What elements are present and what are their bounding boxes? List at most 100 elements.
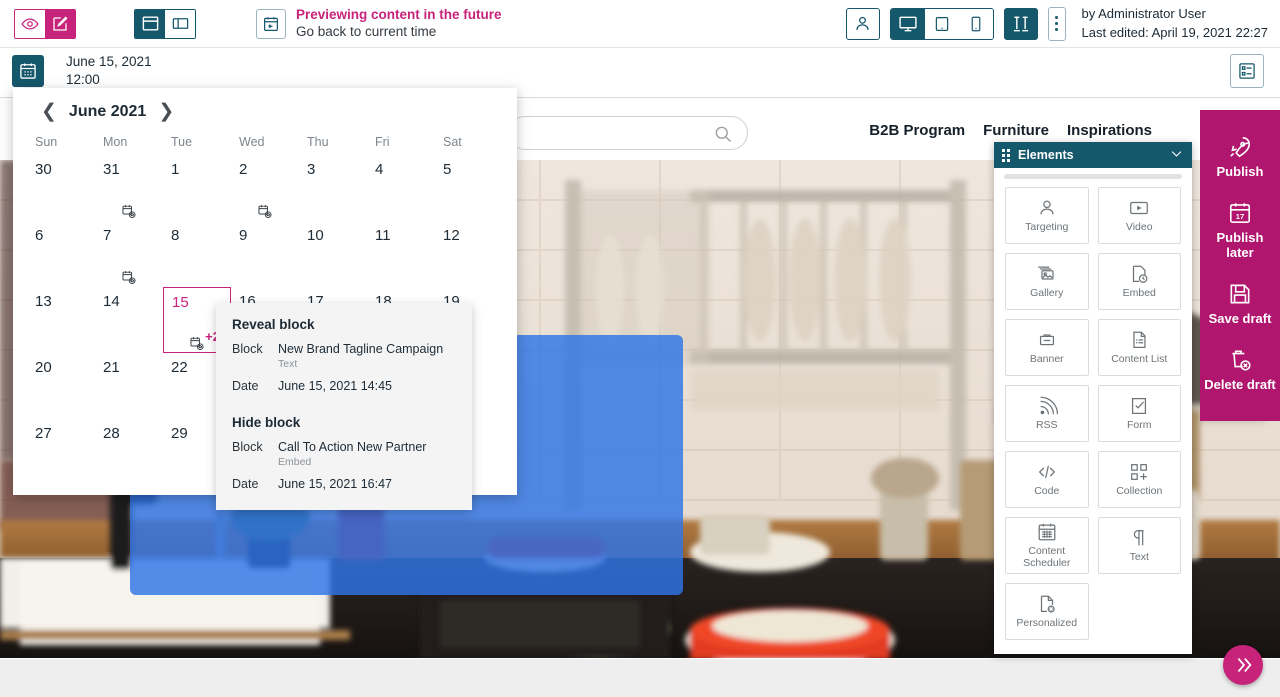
author-line: by Administrator User <box>1081 5 1206 21</box>
chevron-right-icon[interactable]: ❯ <box>158 102 174 121</box>
toolbar-left-group: Previewing content in the future Go back… <box>0 7 502 41</box>
device-tablet-button[interactable] <box>924 8 959 39</box>
toolbar-right-group: by Administrator User Last edited: April… <box>845 5 1280 43</box>
content-editor-app: Previewing content in the future Go back… <box>0 0 1280 697</box>
date-picker-day-number: 11 <box>375 227 391 244</box>
element-tile-label: Banner <box>1029 353 1064 366</box>
persona-button[interactable] <box>845 7 880 40</box>
element-tile-form[interactable]: Form <box>1097 385 1181 442</box>
elements-grid[interactable]: Targeting Video Gallery Embed Banner Content … <box>994 181 1192 654</box>
kebab-dot <box>1055 28 1059 31</box>
content-scheduler-icon <box>1038 524 1056 541</box>
site-nav-item-2[interactable]: Inspirations <box>1067 122 1152 139</box>
element-tile-gallery[interactable]: Gallery <box>1005 253 1089 310</box>
future-preview-subtitle[interactable]: Go back to current time <box>296 24 502 41</box>
pencil-square-icon <box>53 15 68 31</box>
date-picker-day-14[interactable]: 14 <box>95 271 163 353</box>
next-step-button[interactable] <box>1223 645 1263 685</box>
date-picker-day-5[interactable]: 5 <box>435 155 503 221</box>
date-picker-day-30[interactable]: 30 <box>27 155 95 221</box>
publish-rail-item-delete-draft[interactable]: Delete draft <box>1200 337 1280 403</box>
date-picker-day-6[interactable]: 6 <box>27 221 95 287</box>
element-tile-targeting[interactable]: Targeting <box>1005 187 1089 244</box>
elements-panel-scrollbar[interactable] <box>1004 174 1182 179</box>
device-mobile-button[interactable] <box>958 8 993 39</box>
tooltip-block-key: Block <box>232 440 263 454</box>
floppy-save-icon <box>1230 284 1250 304</box>
date-picker-day-number: 27 <box>35 425 52 442</box>
day-event-marker[interactable] <box>257 203 274 224</box>
edit-mode-button[interactable] <box>45 9 75 38</box>
calendar-hide-icon <box>122 271 136 285</box>
site-nav-item-1[interactable]: Furniture <box>983 122 1049 139</box>
timeline-list-view-button[interactable] <box>1230 54 1264 88</box>
tooltip-block-value: New Brand Tagline Campaign <box>278 342 444 356</box>
device-preview-toggle[interactable] <box>889 7 994 40</box>
chevron-left-icon[interactable]: ❮ <box>41 102 57 121</box>
publish-rail-item-publish-later[interactable]: 17 Publish later <box>1200 190 1280 271</box>
element-tile-code[interactable]: Code <box>1005 451 1089 508</box>
date-picker-day-20[interactable]: 20 <box>27 353 95 419</box>
elements-panel-header[interactable]: Elements <box>994 142 1192 168</box>
date-picker-day-9[interactable]: 9 <box>231 205 299 287</box>
date-picker-day-number: 12 <box>443 227 460 244</box>
element-tile-text[interactable]: Text <box>1097 517 1181 574</box>
publish-rail-item-save-draft[interactable]: Save draft <box>1200 271 1280 337</box>
calendar-hide-icon <box>190 337 204 351</box>
day-event-marker[interactable] <box>121 269 138 290</box>
go-back-to-current-time-button[interactable] <box>256 8 286 39</box>
element-tile-content-list[interactable]: Content List <box>1097 319 1181 376</box>
element-tile-personalized[interactable]: Personalized <box>1005 583 1089 640</box>
element-tile-banner[interactable]: Banner <box>1005 319 1089 376</box>
day-event-marker[interactable] <box>121 203 138 224</box>
kebab-dot <box>1055 16 1059 19</box>
future-preview-title: Previewing content in the future <box>296 6 502 22</box>
date-picker-day-27[interactable]: 27 <box>27 419 95 485</box>
date-picker-day-number: 29 <box>171 425 188 442</box>
date-picker-day-1[interactable]: 1 <box>163 155 231 221</box>
site-nav-item-0[interactable]: B2B Program <box>869 122 965 139</box>
element-tile-embed[interactable]: Embed <box>1097 253 1181 310</box>
element-tile-collection[interactable]: Collection <box>1097 451 1181 508</box>
ab-test-button[interactable] <box>1003 7 1038 40</box>
element-tile-label: Targeting <box>1025 221 1069 234</box>
date-picker-day-3[interactable]: 3 <box>299 155 367 221</box>
preview-mode-button[interactable] <box>15 9 45 38</box>
tooltip-hide-block-row: Block Call To Action New Partner Embed <box>232 440 456 468</box>
chevron-down-icon[interactable] <box>1169 146 1184 164</box>
timeline-calendar-button[interactable] <box>12 55 44 87</box>
future-preview-banner[interactable]: Previewing content in the future Go back… <box>256 7 502 41</box>
element-tile-video[interactable]: Video <box>1097 187 1181 244</box>
layout-split-icon <box>172 18 188 29</box>
ab-test-icon <box>1013 16 1028 31</box>
layout-split-button[interactable] <box>165 9 195 38</box>
element-tile-content-scheduler[interactable]: Content Scheduler <box>1005 517 1089 574</box>
drag-grip-icon[interactable] <box>1002 148 1010 162</box>
date-picker-day-21[interactable]: 21 <box>95 353 163 419</box>
date-picker-day-10[interactable]: 10 <box>299 221 367 287</box>
publish-action-rail[interactable]: Publish 17 Publish later Save draft Delete d… <box>1200 110 1280 421</box>
date-picker-day-8[interactable]: 8 <box>163 221 231 287</box>
personalized-doc-icon <box>1040 595 1055 613</box>
kebab-dot <box>1055 22 1059 25</box>
layout-toggle[interactable] <box>134 8 196 39</box>
device-desktop-button[interactable] <box>890 8 925 39</box>
preview-edit-toggle[interactable] <box>14 8 76 39</box>
date-picker-day-12[interactable]: 12 <box>435 221 503 287</box>
element-tile-rss[interactable]: RSS <box>1005 385 1089 442</box>
layout-full-button[interactable] <box>135 9 165 38</box>
date-picker-day-13[interactable]: 13 <box>27 287 95 353</box>
date-picker-day-28[interactable]: 28 <box>95 419 163 485</box>
tooltip-reveal-date-row: Date June 15, 2021 14:45 <box>232 379 456 394</box>
date-picker-day-11[interactable]: 11 <box>367 221 435 287</box>
elements-panel[interactable]: Elements Targeting Video Gallery Embed Banne… <box>994 142 1192 654</box>
publish-rail-item-publish[interactable]: Publish <box>1200 124 1280 190</box>
day-event-marker[interactable] <box>189 335 206 356</box>
timeline-current-datetime: June 15, 2021 12:00 <box>66 53 152 89</box>
date-picker-day-number: 10 <box>307 227 324 244</box>
site-search-box[interactable] <box>508 116 748 150</box>
date-picker-day-4[interactable]: 4 <box>367 155 435 221</box>
tooltip-block-value: Call To Action New Partner <box>278 440 427 454</box>
site-navigation[interactable]: B2B Program Furniture Inspirations <box>869 122 1152 139</box>
more-options-button[interactable] <box>1047 6 1066 41</box>
